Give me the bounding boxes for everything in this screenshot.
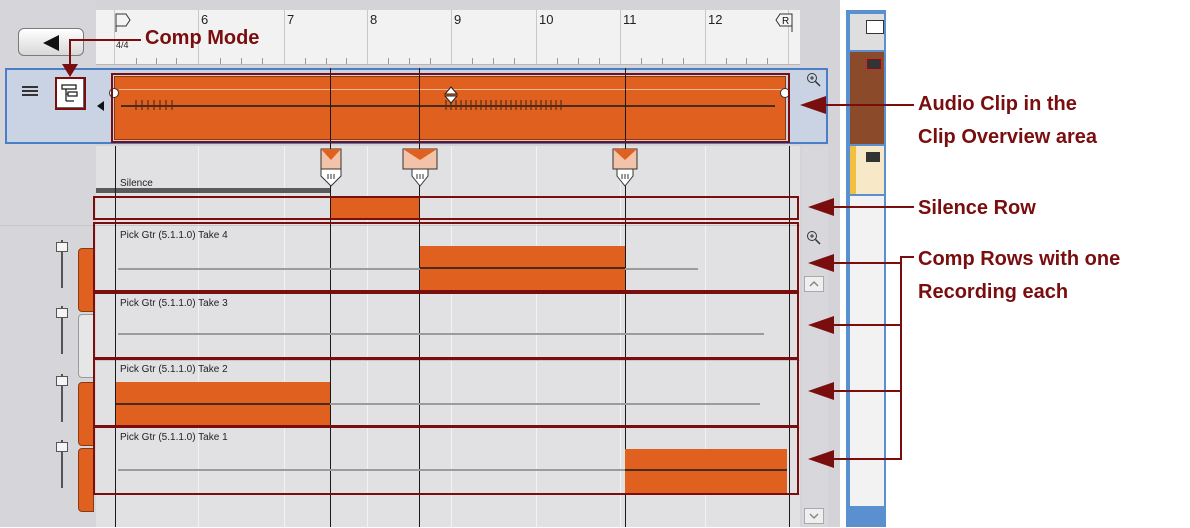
take3-row-highlight [93,290,799,360]
take4-row-highlight [93,222,799,294]
comp-rows-annotation-line2: Recording each [918,281,1069,303]
bar-label-12: 12 [708,12,723,27]
take2-row-highlight [93,357,799,428]
overview-clip-highlight [111,73,790,143]
bar-label-11: 11 [623,12,637,27]
back-arrow-icon [43,35,59,51]
comp-cut-handle-icon[interactable] [320,148,342,188]
side-panel [846,10,886,527]
left-locator-icon[interactable] [110,12,132,34]
take3-select-tab[interactable] [78,314,94,378]
take2-select-tab[interactable] [78,382,94,446]
lanes-zoom-in-icon[interactable] [806,230,822,246]
take2-fader[interactable] [56,376,68,386]
take1-select-tab[interactable] [78,448,94,512]
right-locator-icon[interactable]: R [772,12,796,34]
lanes-view-icon[interactable] [20,82,42,100]
audio-clip-annotation-line1: Audio Clip in the [918,93,1077,115]
take1-row-highlight [93,425,799,495]
scroll-down-button[interactable] [804,508,824,524]
back-button[interactable] [18,28,84,56]
bar-label-8: 8 [370,12,378,27]
take3-fader[interactable] [56,308,68,318]
take1-fader[interactable] [56,442,68,452]
take4-fader[interactable] [56,242,68,252]
audio-clip-annotation-line2: Clip Overview area [918,126,1097,148]
time-signature: 4/4 [116,40,129,50]
comp-rows-annotation-line1: Comp Rows with one [918,248,1121,270]
scroll-up-button[interactable] [804,276,824,292]
take4-select-tab[interactable] [78,248,94,312]
bar-label-7: 7 [287,12,295,27]
svg-text:R: R [782,16,789,27]
comp-mode-highlight [55,77,86,110]
bar-label-9: 9 [454,12,462,27]
collapse-arrow-icon[interactable] [96,100,106,112]
comp-cut-handle-icon[interactable] [402,148,438,190]
silence-row-annotation: Silence Row [918,197,1036,219]
comp-cut-handle-icon[interactable] [612,148,638,190]
overview-zoom-icon[interactable] [806,72,822,88]
bar-label-10: 10 [539,12,554,27]
silence-row-highlight [93,196,799,220]
comp-mode-annotation: Comp Mode [145,27,260,49]
silence-row-bar [96,188,330,193]
